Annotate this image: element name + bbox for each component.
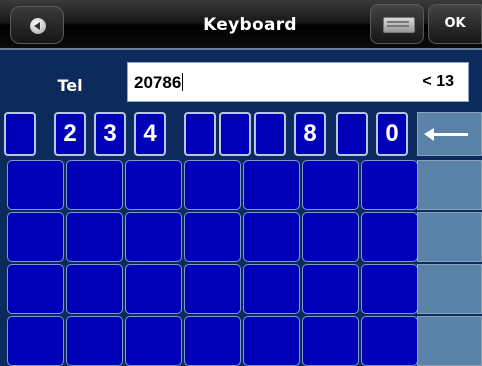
back-circle-icon — [30, 18, 46, 34]
side-key[interactable] — [417, 264, 482, 314]
grid-key[interactable] — [7, 212, 64, 262]
grid-key[interactable] — [125, 160, 182, 210]
page-title: Keyboard — [203, 15, 297, 35]
on-screen-keyboard: 2 3 4 8 0 — [0, 107, 482, 366]
grid-key[interactable] — [125, 316, 182, 366]
grid-key[interactable] — [184, 264, 241, 314]
grid-key[interactable] — [243, 264, 300, 314]
digit-key[interactable]: 2 — [54, 112, 86, 156]
grid-key[interactable] — [184, 212, 241, 262]
grid-key[interactable] — [302, 316, 359, 366]
digit-key-row: 2 3 4 8 0 — [4, 112, 414, 156]
side-key[interactable] — [417, 160, 482, 210]
digit-key[interactable]: 8 — [294, 112, 326, 156]
grid-key[interactable] — [243, 316, 300, 366]
text-caret — [182, 73, 184, 91]
backspace-arrow-icon — [424, 128, 468, 141]
char-counter: < 13 — [422, 73, 454, 90]
digit-key[interactable] — [254, 112, 286, 156]
side-key[interactable] — [417, 316, 482, 366]
grid-key[interactable] — [7, 160, 64, 210]
grid-key[interactable] — [361, 212, 418, 262]
grid-key[interactable] — [66, 316, 123, 366]
grid-key[interactable] — [302, 160, 359, 210]
tel-input[interactable]: 20786 < 13 — [127, 62, 469, 102]
grid-key[interactable] — [66, 212, 123, 262]
grid-key[interactable] — [361, 264, 418, 314]
digit-key[interactable]: 3 — [94, 112, 126, 156]
digit-key[interactable] — [219, 112, 251, 156]
grid-key[interactable] — [7, 264, 64, 314]
grid-key[interactable] — [66, 160, 123, 210]
tel-input-value: 20786 — [134, 73, 184, 93]
title-bar: Keyboard OK — [0, 0, 482, 50]
field-label-tel: Tel — [57, 76, 83, 95]
digit-key[interactable] — [4, 112, 36, 156]
grid-key[interactable] — [184, 316, 241, 366]
digit-key[interactable] — [184, 112, 216, 156]
keyboard-toggle-button[interactable] — [370, 4, 424, 44]
ok-button[interactable]: OK — [428, 4, 482, 44]
grid-key[interactable] — [66, 264, 123, 314]
grid-key[interactable] — [302, 212, 359, 262]
grid-key[interactable] — [302, 264, 359, 314]
digit-key[interactable] — [336, 112, 368, 156]
grid-key[interactable] — [361, 316, 418, 366]
keyboard-icon — [383, 17, 415, 33]
digit-key[interactable]: 4 — [134, 112, 166, 156]
grid-key[interactable] — [243, 212, 300, 262]
grid-key[interactable] — [125, 264, 182, 314]
grid-key[interactable] — [361, 160, 418, 210]
tel-input-text: 20786 — [134, 73, 182, 92]
grid-key[interactable] — [243, 160, 300, 210]
grid-key[interactable] — [184, 160, 241, 210]
side-key[interactable] — [417, 212, 482, 262]
grid-key[interactable] — [125, 212, 182, 262]
digit-key[interactable]: 0 — [376, 112, 408, 156]
backspace-key[interactable] — [417, 112, 482, 156]
grid-key[interactable] — [7, 316, 64, 366]
back-button[interactable] — [10, 6, 64, 44]
